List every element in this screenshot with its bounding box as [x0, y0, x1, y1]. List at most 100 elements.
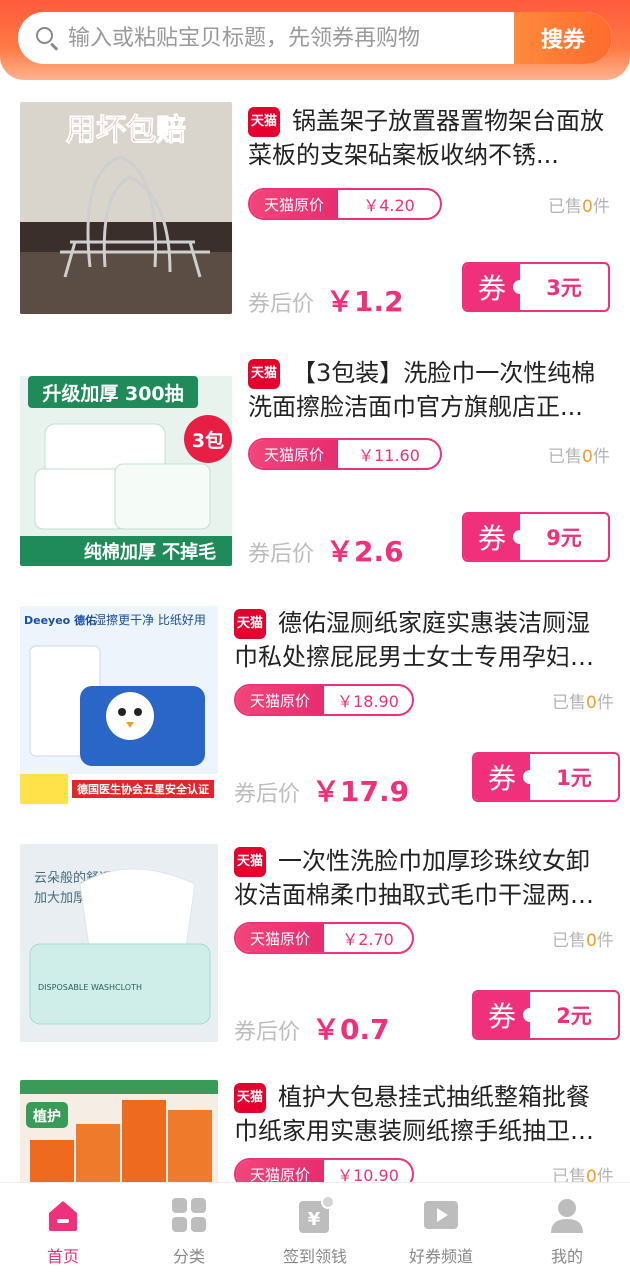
sold-count: 已售0件: [552, 931, 614, 951]
svg-text:加大加厚: 加大加厚: [34, 891, 86, 906]
search-input[interactable]: [68, 12, 514, 64]
svg-text:DISPOSABLE WASHCLOTH: DISPOSABLE WASHCLOTH: [38, 983, 142, 992]
product-title-text: 德佑湿厕纸家庭实惠装洁厕湿巾私处擦屁屁男士女士专用孕妇湿厕巾: [234, 609, 594, 671]
search-button[interactable]: 搜券: [514, 12, 612, 64]
after-price-value: ￥0.7: [312, 1013, 390, 1046]
svg-text:Deeyeo 德佑: Deeyeo 德佑: [24, 613, 96, 627]
after-price-value: ￥1.2: [326, 285, 404, 318]
coupon-button[interactable]: 券 9元: [462, 512, 610, 562]
tab-label: 我的: [550, 1247, 583, 1266]
tab-category[interactable]: 分类: [126, 1183, 252, 1280]
coupon-amount: 1元: [556, 766, 592, 790]
product-item[interactable]: 升级加厚 300抽 3包 纯棉加厚 不掉毛 天猫 【3包装】洗脸巾一次性纯棉洗面擦…: [0, 354, 630, 574]
product-image[interactable]: 植护: [20, 1080, 218, 1182]
header-bar: 搜券: [0, 0, 630, 80]
sold-count-value: 0: [586, 1167, 597, 1182]
original-price-tag: 天猫原价 ￥10.90: [234, 1158, 414, 1182]
tmall-badge: 天猫: [248, 359, 280, 389]
user-icon: [547, 1195, 587, 1235]
coupon-amount: 2元: [556, 1004, 592, 1028]
after-coupon-price: 券后价 ￥2.6: [248, 530, 404, 570]
tmall-badge: 天猫: [248, 107, 280, 137]
tmall-badge: 天猫: [234, 847, 266, 877]
coupon-button[interactable]: 券 3元: [462, 262, 610, 312]
sold-count-value: 0: [586, 693, 597, 713]
tmall-badge: 天猫: [234, 609, 266, 639]
after-coupon-price: 券后价 ￥17.9: [234, 770, 409, 810]
original-price-value: ￥11.60: [358, 446, 420, 465]
product-title[interactable]: 天猫一次性洗脸巾加厚珍珠纹女卸妆洁面棉柔巾抽取式毛巾干湿两用化妆: [234, 844, 610, 912]
product-item[interactable]: 用坏包赔 天猫 锅盖架子放置器置物架台面放菜板的支架砧案板收纳不锈... 天猫原价…: [0, 102, 630, 322]
original-price-tag: 天猫原价 ￥2.70: [234, 922, 414, 954]
product-item[interactable]: Deeyeo 德佑 湿擦更干净 比纸好用 德国医生协会五星安全认证 天猫 德佑湿厕…: [0, 606, 630, 826]
product-title-text: 锅盖架子放置器置物架台面放菜板的支架砧案板收纳不锈...: [248, 107, 604, 169]
coupon-label: 券: [464, 514, 527, 560]
sold-count-value: 0: [582, 447, 593, 467]
original-price-tag: 天猫原价 ￥18.90: [234, 684, 414, 716]
product-image-text: 植护: [32, 1108, 61, 1125]
after-price-value: ￥17.9: [312, 775, 410, 808]
coupon-label: 券: [464, 264, 527, 310]
tab-coupon-channel[interactable]: 好券频道: [378, 1183, 504, 1280]
product-title[interactable]: 天猫植护大包悬挂式抽纸整箱批餐巾纸家用实惠装厕纸擦手纸抽卫生纸巾: [234, 1080, 610, 1148]
product-title[interactable]: 天猫德佑湿厕纸家庭实惠装洁厕湿巾私处擦屁屁男士女士专用孕妇湿厕巾: [234, 606, 610, 674]
home-icon: [43, 1195, 83, 1235]
coupon-button[interactable]: 券 2元: [472, 990, 620, 1040]
coupon-label: 券: [474, 754, 537, 800]
product-image[interactable]: 云朵般的舒适 加大加厚 DISPOSABLE WASHCLOTH: [20, 844, 218, 1042]
tab-label: 分类: [172, 1247, 205, 1266]
tab-home[interactable]: 首页: [0, 1183, 126, 1280]
product-item[interactable]: 植护 天猫植护大包悬挂式抽纸整箱批餐巾纸家用实惠装厕纸擦手纸抽卫生纸巾 天猫原价…: [0, 1080, 630, 1182]
tmall-badge: 天猫: [234, 1083, 266, 1113]
original-price-label: 天猫原价: [250, 440, 339, 468]
product-item[interactable]: 云朵般的舒适 加大加厚 DISPOSABLE WASHCLOTH 天猫 一次性洗脸…: [0, 844, 630, 1064]
product-image[interactable]: 升级加厚 300抽 3包 纯棉加厚 不掉毛: [20, 354, 232, 566]
original-price-label: 天猫原价: [250, 190, 339, 218]
svg-text:纯棉加厚 不掉毛: 纯棉加厚 不掉毛: [84, 541, 216, 563]
tab-label: 好券频道: [408, 1247, 473, 1266]
product-image[interactable]: Deeyeo 德佑 湿擦更干净 比纸好用 德国医生协会五星安全认证: [20, 606, 218, 804]
original-price-value: ￥4.20: [363, 196, 415, 215]
product-title[interactable]: 天猫 【3包装】洗脸巾一次性纯棉洗面擦脸洁面巾官方旗舰店正...: [248, 356, 610, 424]
tab-label: 首页: [46, 1247, 79, 1266]
category-icon: [169, 1195, 209, 1235]
after-price-label: 券后价: [248, 292, 315, 317]
original-price-label: 天猫原价: [236, 686, 325, 714]
after-coupon-price: 券后价 ￥1.2: [248, 280, 404, 320]
bottom-tab-bar: 首页 分类 ¥ 签到领钱 好券频道 我的: [0, 1182, 630, 1280]
product-title-text: 植护大包悬挂式抽纸整箱批餐巾纸家用实惠装厕纸擦手纸抽卫生纸巾: [234, 1083, 594, 1145]
sold-count: 已售0件: [552, 1162, 614, 1182]
search-box[interactable]: 搜券: [18, 12, 612, 64]
search-icon: [34, 25, 60, 51]
coupon-amount: 9元: [546, 526, 582, 550]
original-price-tag: 天猫原价 ￥4.20: [248, 188, 442, 220]
svg-text:¥: ¥: [308, 1209, 321, 1230]
after-price-label: 券后价: [234, 1020, 301, 1045]
tab-mine[interactable]: 我的: [504, 1183, 630, 1280]
tab-label: 签到领钱: [282, 1247, 347, 1266]
product-title-text: 一次性洗脸巾加厚珍珠纹女卸妆洁面棉柔巾抽取式毛巾干湿两用化妆: [234, 847, 594, 909]
sold-count-value: 0: [582, 197, 593, 217]
after-price-value: ￥2.6: [326, 535, 404, 568]
product-title-text: 【3包装】洗脸巾一次性纯棉洗面擦脸洁面巾官方旗舰店正...: [248, 359, 596, 421]
product-title[interactable]: 天猫 锅盖架子放置器置物架台面放菜板的支架砧案板收纳不锈...: [248, 104, 610, 172]
sold-count: 已售0件: [548, 447, 610, 467]
original-price-value: ￥10.90: [337, 1166, 399, 1182]
tab-checkin[interactable]: ¥ 签到领钱: [252, 1183, 378, 1280]
coupon-label: 券: [474, 992, 537, 1038]
svg-text:德国医生协会五星安全认证: 德国医生协会五星安全认证: [76, 782, 209, 796]
coupon-channel-icon: [421, 1195, 461, 1235]
sold-count: 已售0件: [548, 197, 610, 217]
coupon-button[interactable]: 券 1元: [472, 752, 620, 802]
original-price-label: 天猫原价: [236, 924, 325, 952]
product-image-text: 用坏包赔: [66, 113, 186, 148]
sold-count-value: 0: [586, 931, 597, 951]
original-price-tag: 天猫原价 ￥11.60: [248, 438, 442, 470]
product-image-text: 湿擦更干净 比纸好用: [94, 612, 206, 627]
after-coupon-price: 券后价 ￥0.7: [234, 1008, 390, 1048]
after-price-label: 券后价: [248, 542, 315, 567]
original-price-value: ￥18.90: [337, 692, 399, 711]
svg-text:3包: 3包: [192, 429, 224, 452]
product-image[interactable]: 用坏包赔: [20, 102, 232, 314]
product-list[interactable]: 用坏包赔 天猫 锅盖架子放置器置物架台面放菜板的支架砧案板收纳不锈... 天猫原价…: [0, 80, 630, 1182]
